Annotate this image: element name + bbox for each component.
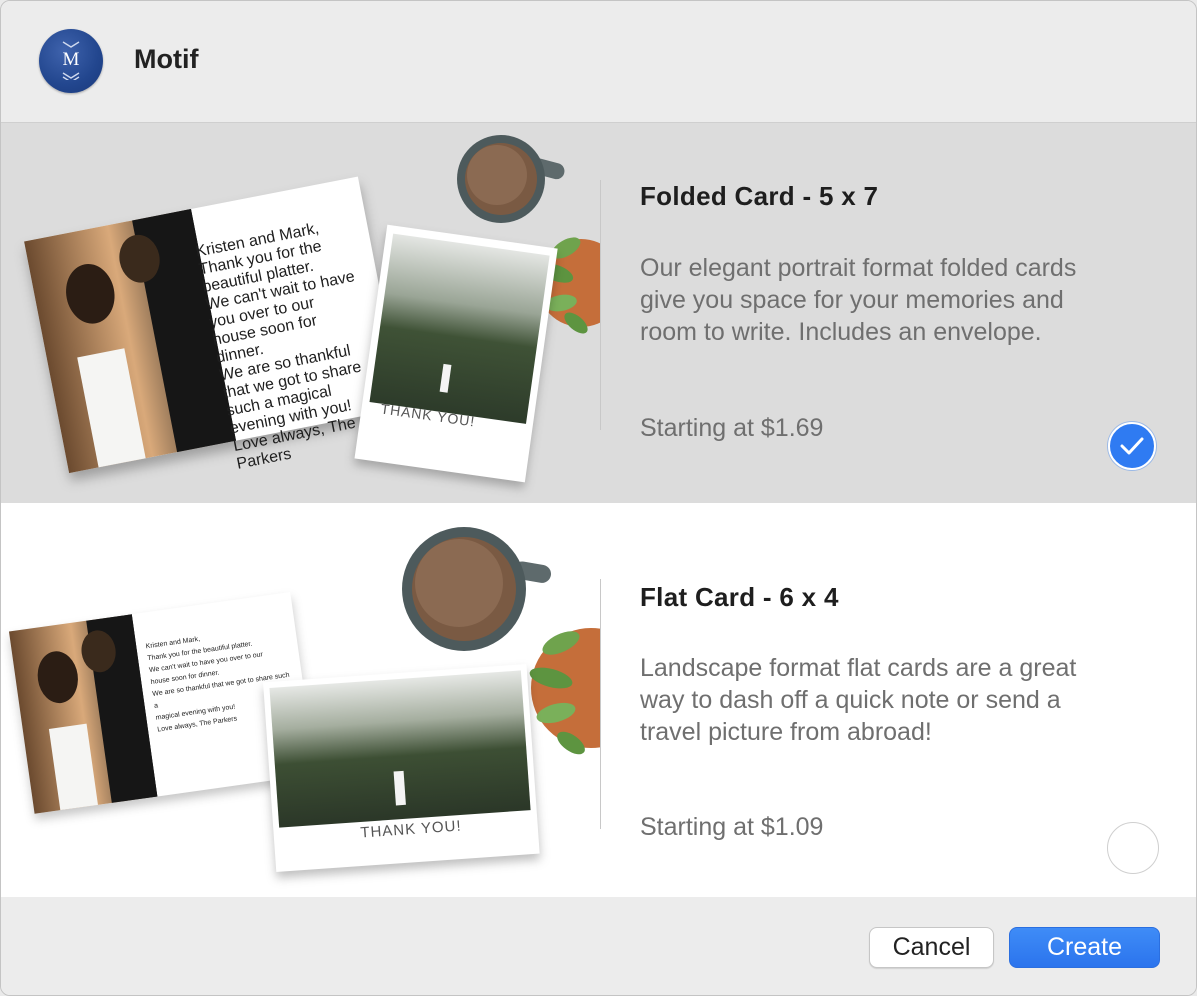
option-title: Folded Card - 5 x 7 bbox=[640, 181, 879, 211]
option-description: Our elegant portrait format folded cards… bbox=[640, 254, 1077, 346]
chevron-down-icon bbox=[62, 41, 80, 48]
option-price: Starting at $1.09 bbox=[640, 813, 824, 841]
option-folded-card[interactable]: Kristen and Mark, Thank you for the beau… bbox=[1, 122, 1196, 504]
motif-logo-icon: M bbox=[39, 29, 103, 93]
option-flat-card[interactable]: Kristen and Mark, Thank you for the beau… bbox=[1, 503, 1196, 897]
card-message: Kristen and Mark, Thank you for the beau… bbox=[145, 635, 291, 734]
checkmark-icon bbox=[1120, 437, 1144, 455]
selected-checkmark-radio[interactable] bbox=[1108, 422, 1156, 470]
coffee-mug-icon bbox=[457, 135, 565, 223]
cancel-button[interactable]: Cancel bbox=[869, 927, 994, 968]
divider bbox=[600, 579, 601, 829]
chevron-down-icon bbox=[62, 72, 80, 80]
app-title: Motif bbox=[134, 44, 199, 74]
option-description: Landscape format flat cards are a great … bbox=[640, 654, 1077, 746]
unselected-radio[interactable] bbox=[1107, 822, 1159, 874]
option-title: Flat Card - 6 x 4 bbox=[640, 582, 839, 612]
header: M Motif bbox=[1, 1, 1196, 122]
plant-icon bbox=[529, 628, 600, 755]
logo-letter: M bbox=[62, 49, 80, 70]
create-button[interactable]: Create bbox=[1009, 927, 1160, 968]
option-price: Starting at $1.69 bbox=[640, 414, 824, 442]
flat-card-illustration bbox=[8, 527, 600, 872]
divider bbox=[600, 180, 601, 430]
coffee-mug-icon bbox=[402, 527, 552, 651]
footer: Cancel Create bbox=[1, 897, 1196, 995]
motif-window: M Motif Kristen and Mark, Thank you for … bbox=[0, 0, 1197, 996]
